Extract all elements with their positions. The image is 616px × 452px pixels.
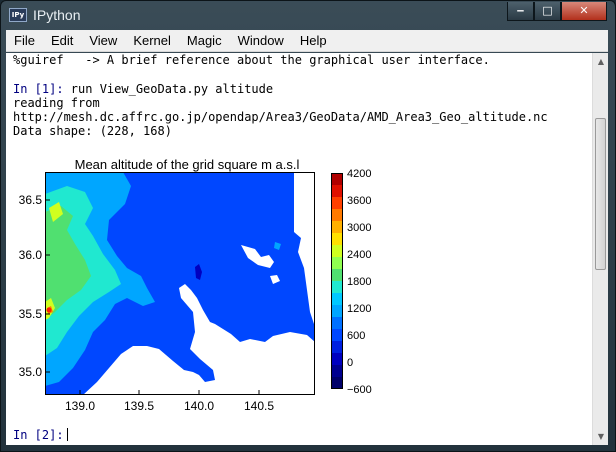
colorbar-segment (331, 197, 342, 209)
colorbar-tick-label: 3000 (347, 222, 371, 234)
colorbar-segment (331, 317, 342, 329)
colorbar-segment (331, 257, 342, 269)
chart-title: Mean altitude of the grid square m a.s.l (75, 157, 300, 172)
ipython-app-icon: IPy (9, 8, 27, 22)
colorbar-segment (331, 329, 342, 341)
menu-kernel[interactable]: Kernel (125, 30, 179, 51)
colorbar-tick-label: 2400 (347, 249, 371, 261)
colorbar-segment (331, 209, 342, 221)
colorbar-segment (331, 173, 342, 185)
colorbar-tick-label: 1800 (347, 276, 371, 288)
output-reading-line: reading from (13, 96, 100, 110)
scroll-up-icon[interactable]: ▲ (593, 53, 609, 70)
maximize-button[interactable]: □ (534, 2, 561, 21)
x-tick-label: 140.5 (244, 399, 274, 413)
window-controls: ‒ □ ✕ (507, 2, 607, 22)
minimize-button[interactable]: ‒ (507, 2, 534, 21)
input-prompt-1: In [1]: (13, 82, 64, 96)
altitude-figure: Mean altitude of the grid square m a.s.l (19, 157, 372, 413)
colorbar-segment (331, 221, 342, 233)
colorbar-segment (331, 353, 342, 365)
menu-help[interactable]: Help (292, 30, 335, 51)
heatmap-layer (45, 172, 315, 395)
y-tick-label: 36.0 (19, 248, 43, 262)
text-cursor (66, 428, 68, 441)
colorbar-segment (331, 185, 342, 197)
output-shape-line: Data shape: (228, 168) (13, 124, 172, 138)
x-tick-label: 140.0 (184, 399, 214, 413)
title-bar[interactable]: IPy IPython ‒ □ ✕ (1, 1, 615, 31)
scroll-down-icon[interactable]: ▼ (593, 428, 609, 445)
input-prompt-2: In [2]: (13, 428, 64, 442)
y-tick-label: 35.0 (19, 365, 43, 379)
colorbar: 4200 3600 3000 2400 1800 1200 600 0 −600 (331, 168, 372, 396)
vertical-scrollbar[interactable]: ▲ ▼ (592, 53, 608, 445)
x-tick-label: 139.0 (65, 399, 95, 413)
mount-fuji-peak (46, 307, 52, 313)
guiref-help-line: %guiref -> A brief reference about the g… (13, 53, 490, 67)
colorbar-segment (331, 365, 342, 377)
colorbar-segment (331, 269, 342, 281)
y-tick-label: 36.5 (19, 193, 43, 207)
colorbar-segment (331, 293, 342, 305)
colorbar-tick-label: −600 (347, 384, 372, 396)
close-button[interactable]: ✕ (561, 2, 607, 21)
colorbar-tick-label: 600 (347, 330, 365, 342)
scrollbar-thumb[interactable] (595, 118, 606, 270)
colorbar-segment (331, 245, 342, 257)
colorbar-tick-label: 3600 (347, 195, 371, 207)
x-tick-label: 139.5 (124, 399, 154, 413)
console-output[interactable]: %guiref -> A brief reference about the g… (6, 53, 592, 445)
window-title: IPython (33, 7, 81, 23)
colorbar-tick-label: 4200 (347, 168, 371, 180)
colorbar-segment (331, 377, 342, 389)
menu-edit[interactable]: Edit (43, 30, 81, 51)
input-line-2[interactable]: In [2]: (13, 428, 68, 442)
input-line-1: In [1]: run View_GeoData.py altitude (13, 82, 273, 96)
altitude-map (45, 172, 315, 395)
menu-window[interactable]: Window (230, 30, 292, 51)
colorbar-segment (331, 341, 342, 353)
menu-bar: File Edit View Kernel Magic Window Help (6, 30, 608, 52)
output-url-line: http://mesh.dc.affrc.go.jp/opendap/Area3… (13, 110, 548, 124)
menu-view[interactable]: View (81, 30, 125, 51)
colorbar-tick-label: 0 (347, 357, 353, 369)
y-tick-label: 35.5 (19, 307, 43, 321)
menu-magic[interactable]: Magic (179, 30, 230, 51)
colorbar-segment (331, 233, 342, 245)
input-command-1: run View_GeoData.py altitude (63, 82, 274, 96)
menu-file[interactable]: File (6, 30, 43, 51)
colorbar-segment (331, 281, 342, 293)
colorbar-tick-label: 1200 (347, 303, 371, 315)
colorbar-segment (331, 305, 342, 317)
